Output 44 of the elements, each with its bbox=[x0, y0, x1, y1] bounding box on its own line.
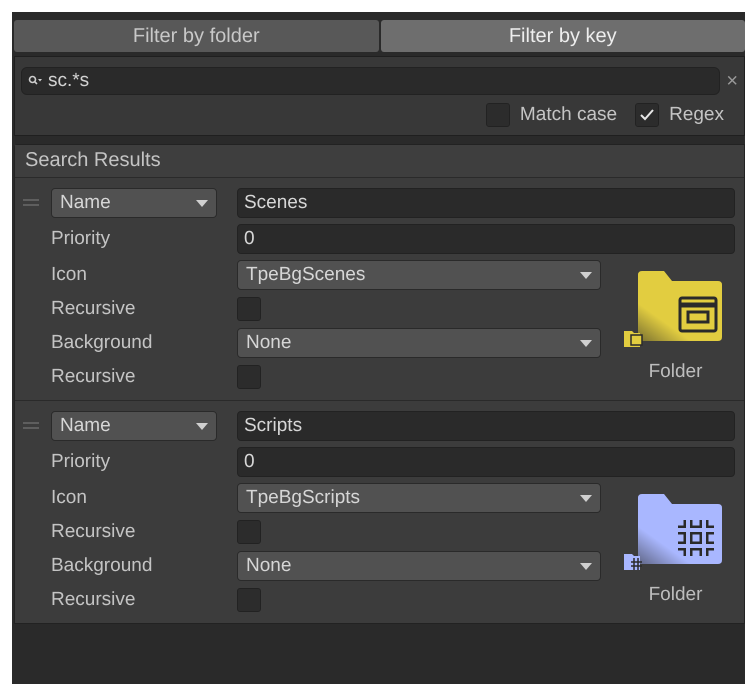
tab[interactable]: Filter by folder bbox=[14, 20, 378, 52]
icon-dropdown[interactable]: TpeBgScripts bbox=[237, 483, 601, 513]
checkbox-label: Match case bbox=[520, 104, 618, 126]
name-field[interactable]: Scenes bbox=[237, 188, 735, 218]
checkbox[interactable] bbox=[237, 588, 261, 612]
field-label: Background bbox=[51, 555, 154, 577]
caret-icon bbox=[196, 200, 208, 206]
checkbox[interactable] bbox=[237, 520, 261, 544]
checkbox[interactable] bbox=[237, 297, 261, 321]
checkbox[interactable] bbox=[237, 365, 261, 389]
priority-field[interactable]: 0 bbox=[237, 224, 735, 254]
icon-dropdown[interactable]: TpeBgScenes bbox=[237, 260, 601, 290]
tab[interactable]: Filter by key bbox=[380, 20, 745, 52]
field-label: Recursive bbox=[51, 298, 136, 320]
caret-icon bbox=[580, 562, 592, 570]
search-field[interactable]: sc.*s bbox=[21, 67, 720, 95]
search-icon bbox=[28, 75, 42, 87]
checkbox-label: Regex bbox=[669, 104, 724, 126]
field-label: Recursive bbox=[51, 589, 136, 611]
caret-icon bbox=[196, 422, 208, 430]
background-dropdown[interactable]: None bbox=[237, 328, 601, 358]
checkbox[interactable] bbox=[635, 103, 660, 127]
section-header: Search Results bbox=[15, 145, 744, 177]
field-label: Icon bbox=[51, 487, 88, 509]
caret-icon bbox=[580, 340, 592, 346]
clear-button[interactable]: × bbox=[724, 70, 744, 92]
field-label: Recursive bbox=[51, 521, 136, 543]
field-label: Priority bbox=[51, 228, 112, 250]
key-type-dropdown[interactable]: Name bbox=[51, 411, 217, 441]
caret-icon bbox=[580, 494, 592, 502]
field-label: Background bbox=[51, 332, 154, 354]
caret-icon bbox=[580, 272, 592, 278]
background-dropdown[interactable]: None bbox=[237, 551, 601, 581]
field-label: Priority bbox=[51, 451, 112, 473]
check-icon bbox=[639, 108, 656, 122]
folder-label: Folder bbox=[648, 584, 702, 606]
key-type-dropdown[interactable]: Name bbox=[51, 188, 217, 218]
folder-label: Folder bbox=[648, 361, 702, 383]
drag-handle-icon[interactable] bbox=[23, 422, 39, 430]
field-label: Icon bbox=[51, 264, 88, 286]
field-label: Recursive bbox=[51, 366, 136, 388]
name-field[interactable]: Scripts bbox=[237, 411, 735, 441]
priority-field[interactable]: 0 bbox=[237, 447, 735, 477]
drag-handle-icon[interactable] bbox=[23, 199, 39, 207]
